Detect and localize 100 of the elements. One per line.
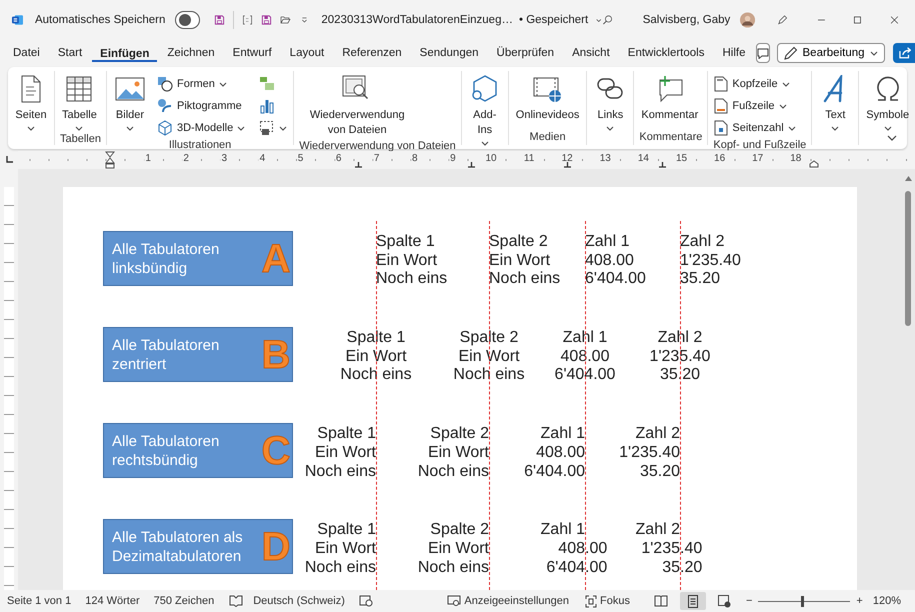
tab-stop-icon[interactable] (468, 162, 474, 168)
view-button[interactable] (680, 592, 706, 610)
tab-text: 35.20 (660, 366, 700, 386)
menu-tab[interactable]: Ansicht (564, 44, 618, 62)
pictogram-icon (156, 98, 173, 114)
page-icon (19, 75, 43, 103)
tab-text: Noch eins (489, 270, 560, 290)
book-icon[interactable] (229, 595, 244, 607)
caret-icon (126, 126, 134, 131)
callout-text: Alle Tabulatoren rechtsbündig (112, 432, 220, 470)
tab-text: 1'235.40 (650, 348, 710, 366)
caret-icon (279, 126, 288, 130)
ruler-number: 15 (674, 153, 688, 164)
group-label: Wiederverwendung von Dateien (298, 140, 457, 152)
callout-text: Alle Tabulatoren linksbündig (112, 240, 220, 278)
ruler-number: 5 (296, 153, 304, 164)
menu-tab[interactable]: Überprüfen (488, 44, 562, 62)
ribbon-button[interactable]: Formen (154, 73, 248, 95)
ribbon-button[interactable]: Symbole (862, 71, 914, 133)
character-count: 750 Zeichen (154, 595, 214, 607)
menu-tab[interactable]: Einfügen (92, 44, 158, 62)
mode-dropdown[interactable]: Bearbeitung (776, 43, 885, 63)
autosave-toggle[interactable] (175, 11, 200, 29)
display-settings-icon (447, 595, 462, 607)
ribbon-button[interactable]: Kommentar (637, 71, 702, 125)
scrollbar-thumb[interactable] (905, 191, 911, 326)
ribbon-button[interactable]: Piktogramme (154, 95, 248, 117)
comments-button[interactable] (756, 43, 770, 63)
group-label: Medien (528, 131, 567, 145)
tab-text: Ein Wort (314, 540, 376, 559)
tab-stop-icon[interactable] (658, 162, 666, 168)
menu-tab[interactable]: Layout (282, 44, 332, 62)
ribbon-button[interactable]: Bilder (110, 71, 150, 133)
scroll-up-icon[interactable] (905, 176, 912, 181)
picture-icon (114, 76, 145, 102)
zoom-out-button[interactable]: − (744, 595, 754, 607)
menu-tab[interactable]: Entwurf (224, 44, 280, 62)
customize-caret-icon[interactable] (300, 15, 308, 25)
tab-text: Zahl 2 (636, 521, 680, 540)
indent-marker-icon[interactable] (105, 151, 115, 169)
caret-icon (782, 82, 790, 86)
tab-text: Noch eins (340, 366, 412, 386)
ribbon-button[interactable]: Kopfzeile (711, 73, 799, 95)
display-settings-button[interactable]: Anzeigeeinstellungen (443, 595, 574, 607)
menu-tab[interactable]: Sendungen (412, 44, 487, 62)
zoom-in-button[interactable]: + (854, 595, 865, 607)
tab-text: 408.00 (558, 540, 608, 559)
tab-text: Zahl 2 (680, 233, 724, 252)
save-status: • Gespeichert (518, 14, 588, 26)
callout-letter: C (260, 430, 292, 471)
tab-stop-icon[interactable] (354, 162, 362, 168)
menu-tab[interactable]: Start (50, 44, 90, 62)
tab-stop-icon[interactable] (564, 162, 570, 168)
menu-tab[interactable]: Datei (5, 44, 48, 62)
focus-button[interactable]: Fokus (581, 594, 634, 608)
ribbon-button[interactable]: Wiederverwendung von Dateien (297, 71, 418, 140)
ribbon-button[interactable]: Tabelle (58, 71, 101, 133)
zoom-level: 120% (872, 595, 901, 607)
word-logo-icon[interactable] (12, 12, 23, 28)
menu-tab[interactable]: Entwicklertools (620, 44, 712, 62)
word-count: 124 Wörter (85, 595, 140, 607)
tab-text: Ein Wort (428, 540, 489, 559)
caret-icon (831, 126, 840, 131)
caret-icon (218, 82, 227, 86)
maximize-icon[interactable] (854, 15, 862, 25)
ribbon-button[interactable]: 3D-Modelle (154, 117, 248, 139)
video-globe-icon (532, 75, 563, 103)
ribbon-button[interactable]: Text (815, 71, 856, 133)
ruler-number: 7 (372, 153, 380, 164)
tab-text: 1'235.40 (641, 540, 702, 559)
tab-text: Spalte 2 (489, 233, 548, 252)
tab-text: 1'235.40 (619, 444, 680, 463)
slider-thumb[interactable] (801, 596, 804, 606)
tab-text: Zahl 2 (658, 329, 702, 348)
close-icon[interactable] (891, 15, 898, 25)
accessibility-icon[interactable] (358, 595, 373, 607)
ruler-number: 16 (713, 153, 726, 164)
tab-text: Spalte 2 (460, 329, 518, 348)
page-number-icon (714, 120, 728, 136)
tab-text: Ein Wort (458, 348, 520, 366)
tab-selector-icon[interactable] (5, 156, 13, 164)
menu-tab[interactable]: Referenzen (334, 44, 410, 62)
ribbon-button[interactable]: Links (590, 71, 630, 133)
shapes-icon (156, 76, 173, 92)
caret-icon[interactable] (596, 18, 602, 22)
language: Deutsch (Schweiz) (253, 595, 345, 607)
ribbon-button[interactable]: Add-Ins (464, 71, 505, 148)
ribbon-button[interactable]: Fußzeile (711, 95, 799, 117)
header-icon (714, 76, 728, 92)
tab-text: 408.00 (560, 348, 610, 366)
tab-text: Ein Wort (428, 444, 489, 463)
tab-text: 35.20 (680, 270, 720, 290)
ribbon-button[interactable]: Seiten (11, 71, 51, 133)
collapse-ribbon-icon[interactable] (887, 135, 897, 141)
menu-tab[interactable]: Hilfe (714, 44, 754, 62)
menu-tab[interactable]: Zeichnen (159, 44, 223, 62)
tab-text: Noch eins (376, 270, 448, 290)
ribbon-button[interactable]: Seitenzahl (711, 117, 799, 139)
tab-text: 6'404.00 (524, 462, 585, 482)
ribbon-button[interactable]: Onlinevideos (512, 71, 584, 125)
